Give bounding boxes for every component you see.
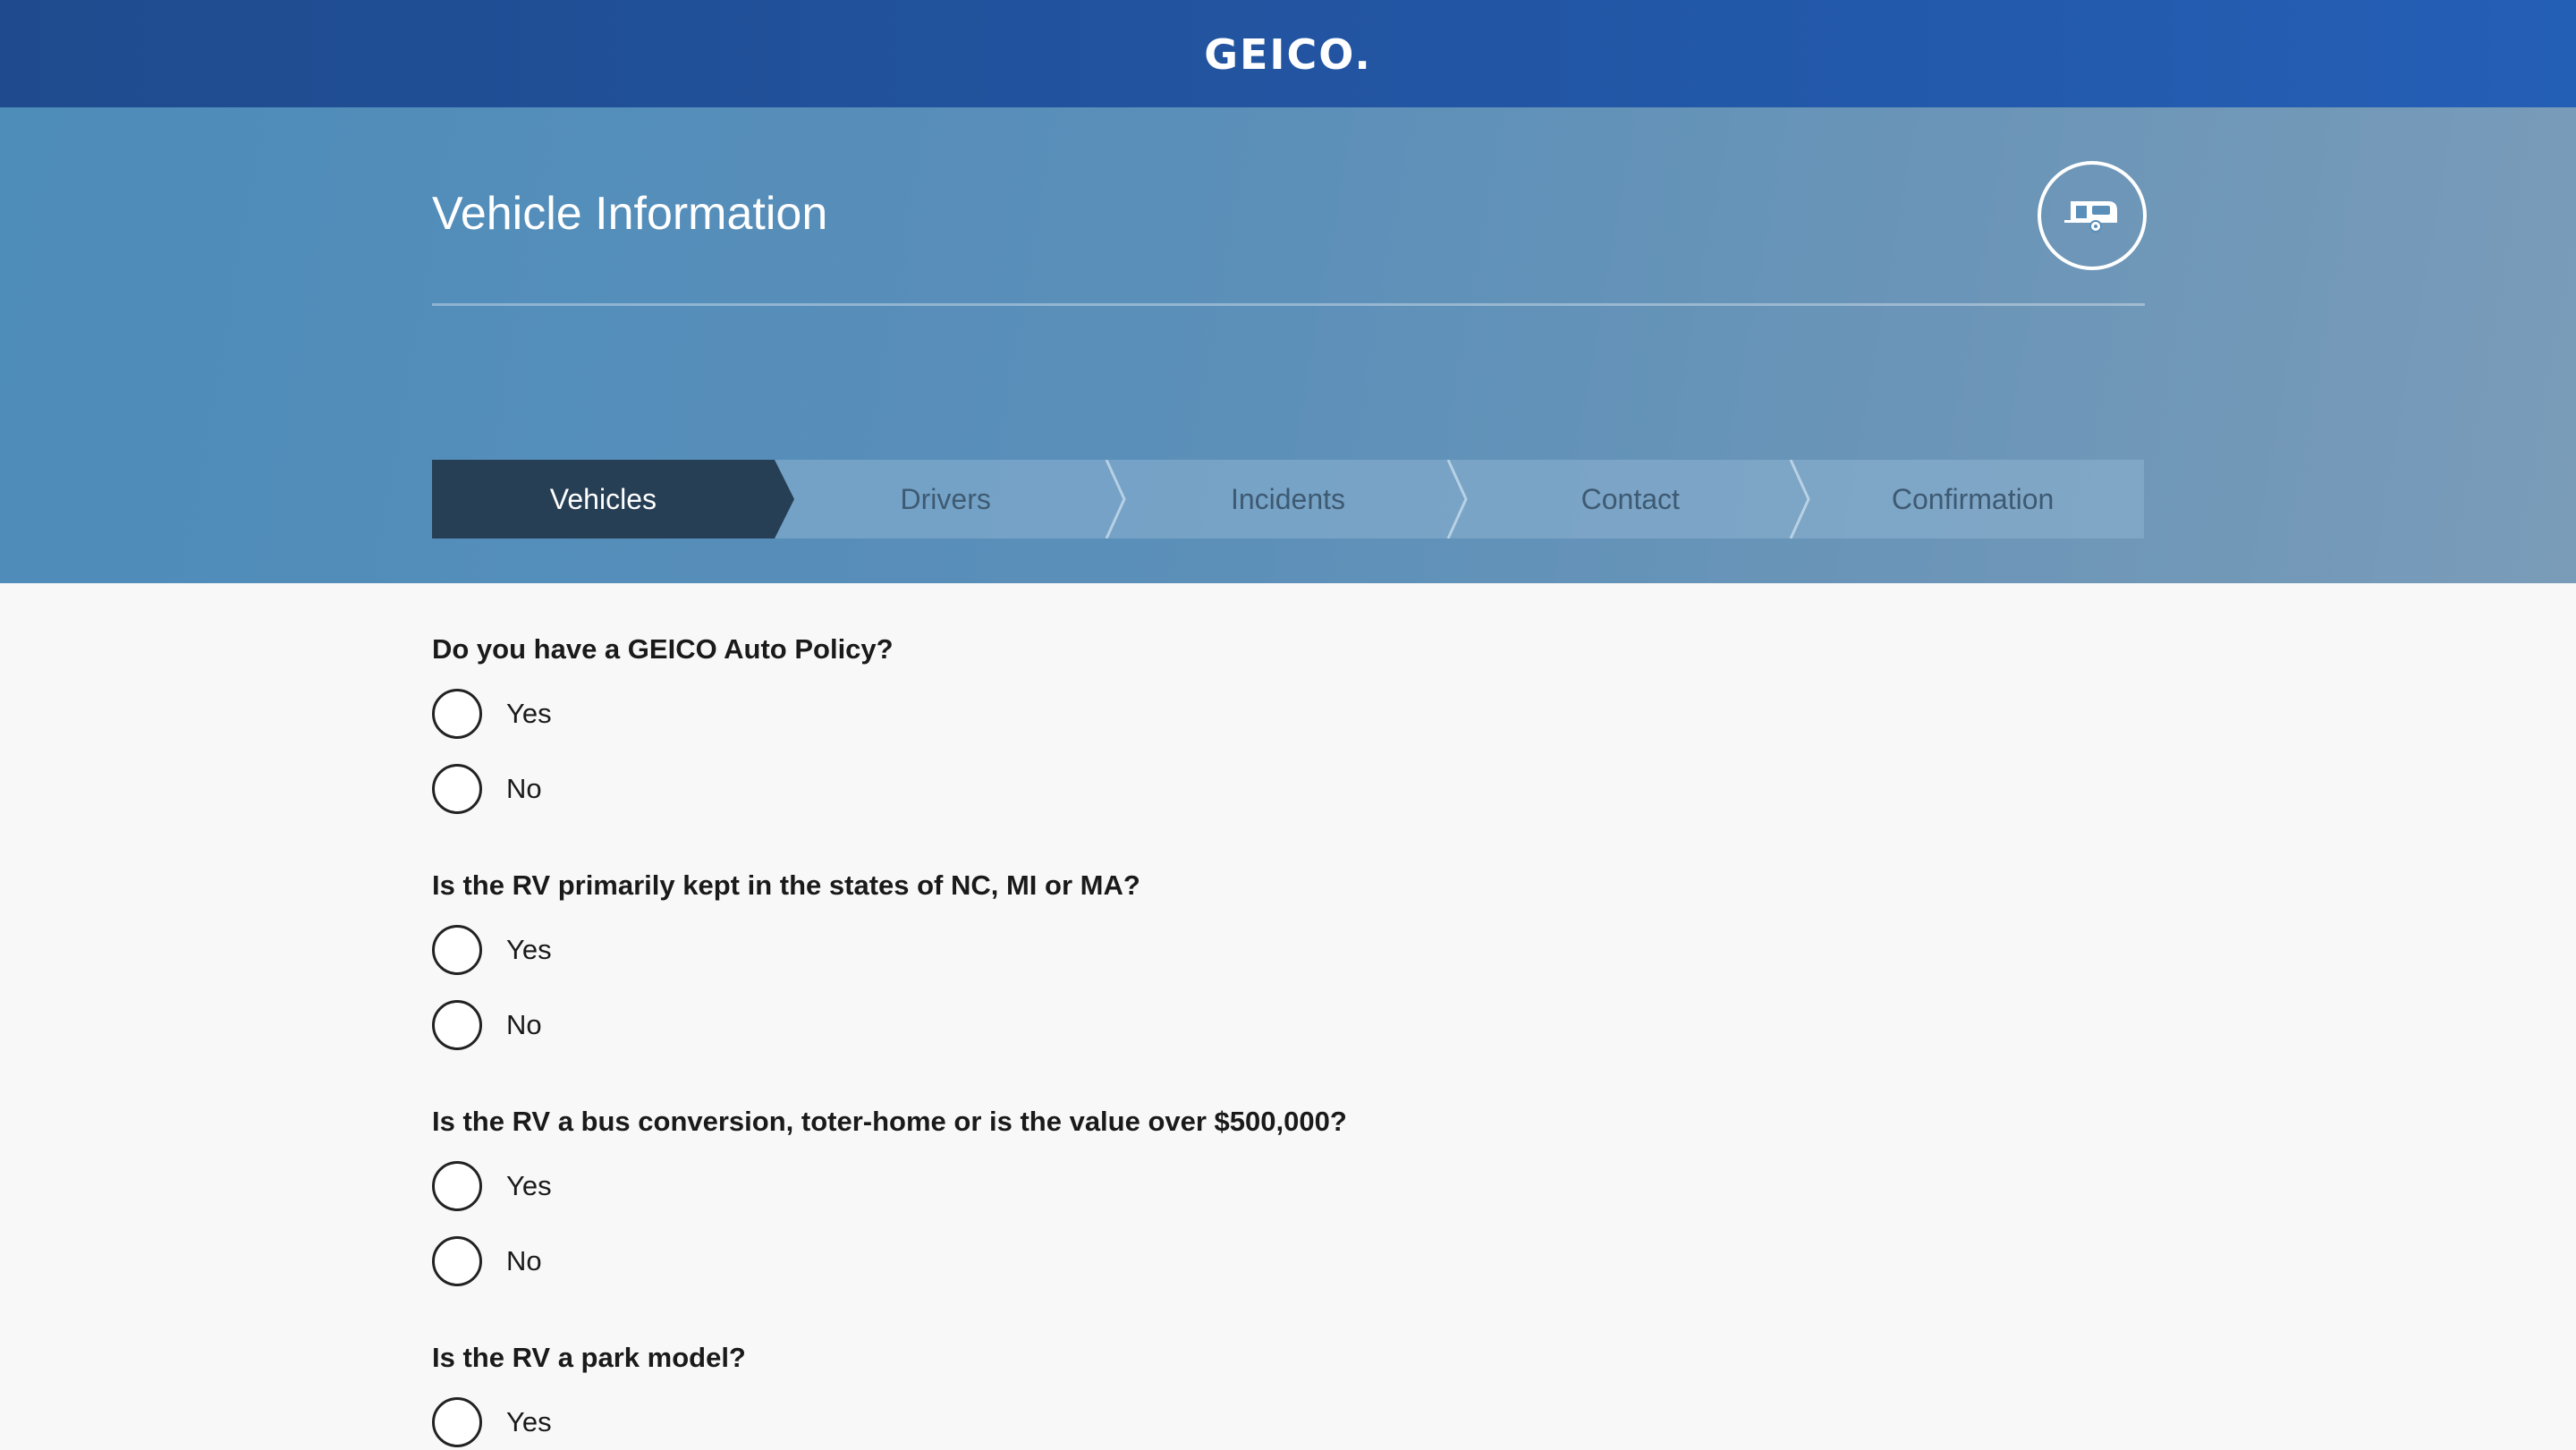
step-chevron-icon [1447,460,1469,538]
step-label: Confirmation [1891,482,2055,515]
question-rv-state: Is the RV primarily kept in the states o… [432,869,1140,901]
step-chevron-icon [1789,460,1810,538]
geico-logo[interactable]: GEICO. [1204,34,1372,75]
option-no[interactable]: No [432,761,542,817]
top-header: GEICO. [0,0,2576,107]
option-yes[interactable]: Yes [432,1395,552,1450]
radio-button[interactable] [432,1000,482,1050]
step-confirmation[interactable]: Confirmation [1801,460,2144,538]
step-incidents[interactable]: Incidents [1116,460,1469,538]
option-label: Yes [506,1170,552,1201]
step-label: Incidents [1230,482,1346,515]
option-yes[interactable]: Yes [432,1158,552,1214]
option-label: Yes [506,934,552,965]
step-label: Drivers [900,482,991,515]
option-no[interactable]: No [432,997,542,1053]
rv-trailer-icon-glyph [2064,201,2117,233]
question-auto-policy: Do you have a GEICO Auto Policy? [432,633,894,665]
question-park-model: Is the RV a park model? [432,1342,746,1373]
option-yes[interactable]: Yes [432,922,552,978]
step-label: Contact [1580,482,1680,515]
option-label: No [506,773,542,804]
step-drivers[interactable]: Drivers [774,460,1126,538]
step-label: Vehicles [549,482,657,515]
radio-button[interactable] [432,925,482,975]
step-chevron-icon [1105,460,1126,538]
page-title: Vehicle Information [432,188,828,240]
radio-button[interactable] [432,1236,482,1286]
radio-button[interactable] [432,1397,482,1447]
option-label: No [506,1009,542,1040]
hero-divider [432,303,2145,306]
step-contact[interactable]: Contact [1459,460,1810,538]
step-vehicles[interactable]: Vehicles [432,460,794,538]
hero-banner: Vehicle Information Vehicles Drivers Inc… [0,107,2576,583]
question-bus-conversion: Is the RV a bus conversion, toter-home o… [432,1106,1347,1137]
option-label: No [506,1245,542,1276]
rv-trailer-icon [2038,161,2147,270]
radio-button[interactable] [432,689,482,739]
option-yes[interactable]: Yes [432,686,552,742]
option-no[interactable]: No [432,1234,542,1289]
radio-button[interactable] [432,1161,482,1211]
progress-stepper: Vehicles Drivers Incidents Contact Confi… [432,460,2144,538]
radio-button[interactable] [432,764,482,814]
option-label: Yes [506,1406,552,1437]
option-label: Yes [506,698,552,729]
